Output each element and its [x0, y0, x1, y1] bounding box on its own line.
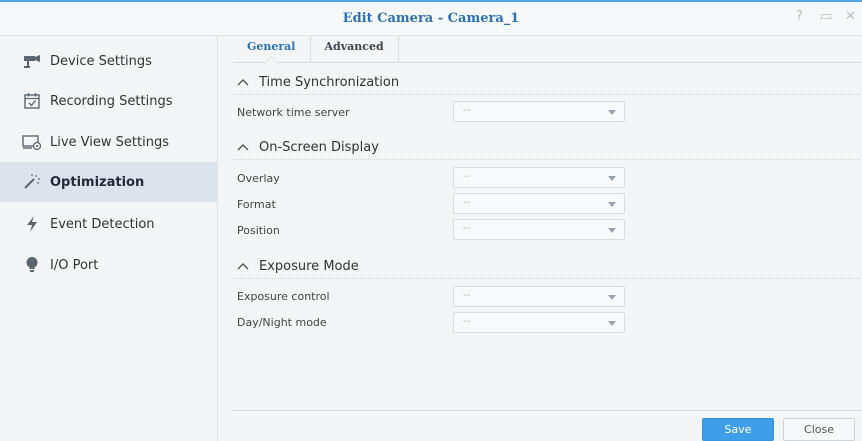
sidebar: Device Settings Recording Settings Live … — [0, 36, 218, 441]
position-select[interactable]: -- — [453, 219, 625, 240]
chevron-down-icon — [608, 295, 616, 300]
exposure-control-select[interactable]: -- — [453, 286, 625, 307]
field-label: Overlay — [237, 172, 280, 185]
tab-bar: General Advanced — [233, 36, 862, 63]
sidebar-item-device-settings[interactable]: Device Settings — [0, 41, 217, 81]
camera-icon — [22, 51, 42, 71]
calendar-check-icon — [22, 91, 42, 111]
sidebar-item-io-port[interactable]: I/O Port — [0, 245, 217, 285]
window-title: Edit Camera - Camera_1 — [342, 11, 520, 26]
sidebar-item-label: Device Settings — [50, 53, 152, 69]
footer-divider — [233, 410, 862, 411]
chevron-down-icon — [608, 202, 616, 207]
format-select[interactable]: -- — [453, 193, 625, 214]
select-value: -- — [463, 223, 471, 234]
chevron-down-icon — [608, 228, 616, 233]
field-label: Network time server — [237, 106, 350, 119]
magic-wand-icon — [22, 172, 42, 192]
title-bar: Edit Camera - Camera_1 ? ▭ ✕ — [0, 0, 862, 36]
close-icon[interactable]: ✕ — [845, 9, 856, 25]
sidebar-item-label: Optimization — [50, 174, 145, 190]
chevron-down-icon — [608, 321, 616, 326]
section-on-screen-display[interactable]: On-Screen Display — [237, 137, 379, 157]
section-title: Exposure Mode — [259, 258, 359, 274]
sidebar-item-label: Live View Settings — [50, 134, 169, 150]
sidebar-item-optimization[interactable]: Optimization — [0, 162, 217, 202]
save-button[interactable]: Save — [702, 418, 774, 441]
main-panel: General Advanced Time Synchronization Ne… — [219, 36, 862, 441]
sidebar-item-label: I/O Port — [50, 257, 99, 273]
section-time-synchronization[interactable]: Time Synchronization — [237, 72, 399, 92]
day-night-mode-select[interactable]: -- — [453, 312, 625, 333]
lightning-icon — [22, 214, 42, 234]
field-label: Format — [237, 198, 276, 211]
chevron-down-icon — [608, 176, 616, 181]
section-title: On-Screen Display — [259, 139, 379, 155]
sidebar-item-event-detection[interactable]: Event Detection — [0, 204, 217, 244]
section-divider — [233, 159, 861, 160]
lightbulb-icon — [22, 255, 42, 275]
field-label: Exposure control — [237, 290, 330, 303]
select-value: -- — [463, 105, 471, 116]
field-label: Day/Night mode — [237, 316, 327, 329]
maximize-icon[interactable]: ▭ — [820, 9, 832, 25]
chevron-up-icon — [237, 260, 251, 273]
sidebar-item-label: Event Detection — [50, 216, 155, 232]
sidebar-item-live-view-settings[interactable]: Live View Settings — [0, 122, 217, 162]
network-time-server-select[interactable]: -- — [453, 101, 625, 122]
tab-general[interactable]: General — [233, 36, 311, 63]
tab-advanced[interactable]: Advanced — [311, 36, 399, 62]
section-title: Time Synchronization — [259, 74, 400, 90]
chevron-up-icon — [237, 76, 251, 89]
field-label: Position — [237, 224, 280, 237]
sidebar-item-label: Recording Settings — [50, 93, 173, 109]
monitor-settings-icon — [22, 132, 42, 152]
select-value: -- — [463, 197, 471, 208]
section-divider — [233, 94, 861, 95]
section-exposure-mode[interactable]: Exposure Mode — [237, 256, 359, 276]
chevron-up-icon — [237, 141, 251, 154]
select-value: -- — [463, 171, 471, 182]
close-button[interactable]: Close — [783, 418, 855, 441]
sidebar-item-recording-settings[interactable]: Recording Settings — [0, 81, 217, 121]
overlay-select[interactable]: -- — [453, 167, 625, 188]
section-divider — [233, 278, 861, 279]
help-icon[interactable]: ? — [796, 9, 803, 25]
chevron-down-icon — [608, 110, 616, 115]
select-value: -- — [463, 290, 471, 301]
select-value: -- — [463, 316, 471, 327]
